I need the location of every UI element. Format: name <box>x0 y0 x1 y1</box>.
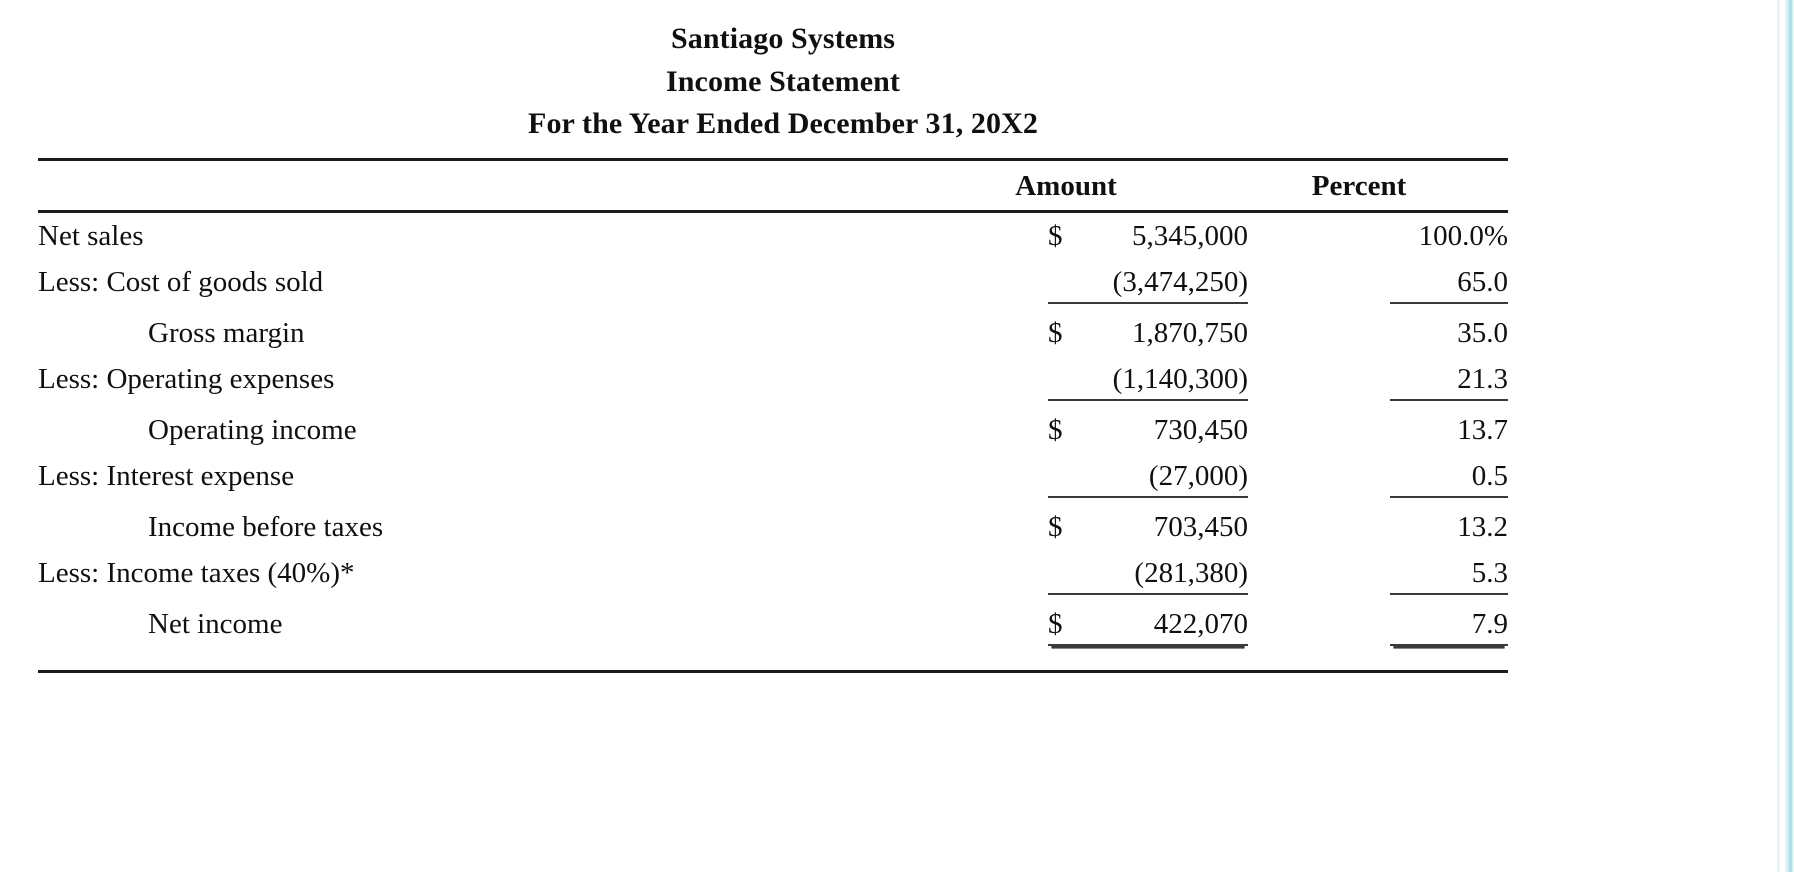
row-amount: $ 5,345,000 <box>918 211 1248 259</box>
row-label: Net sales <box>38 219 144 252</box>
amount-number: 1,870,750 <box>1132 316 1248 349</box>
row-percent: 13.7 <box>1248 407 1508 453</box>
amount-number: 730,450 <box>1153 413 1248 446</box>
row-label: Less: Income taxes (40%)* <box>38 556 355 589</box>
currency-symbol: $ <box>1048 316 1063 349</box>
row-percent: 100.0% <box>1248 211 1508 259</box>
percent-value: 35.0 <box>1457 316 1508 349</box>
row-percent: 13.2 <box>1248 504 1508 550</box>
table-row: Income before taxes $ 703,450 13.2 <box>38 504 1508 550</box>
income-statement-sheet: Santiago Systems Income Statement For th… <box>38 18 1708 674</box>
row-label: Net income <box>148 607 283 640</box>
rule-cell <box>918 670 1248 674</box>
amount-value: (281,380) <box>1048 557 1248 595</box>
table-row: Net income $ 422,070 7.9 <box>38 601 1508 652</box>
amount-value: $ 1,870,750 <box>1048 317 1248 350</box>
row-percent: 5.3 <box>1248 550 1508 601</box>
row-label: Gross margin <box>148 316 305 349</box>
row-label: Operating income <box>148 413 357 446</box>
percent-value: 13.2 <box>1457 510 1508 543</box>
row-label: Less: Operating expenses <box>38 362 335 395</box>
percent-value: 7.9 <box>1390 608 1508 646</box>
amount-value: $ 730,450 <box>1048 414 1248 447</box>
row-percent: 35.0 <box>1248 310 1508 356</box>
rule-cell <box>38 670 918 674</box>
amount-number: 5,345,000 <box>1132 219 1248 252</box>
amount-number: (3,474,250) <box>1112 265 1248 298</box>
currency-symbol: $ <box>1048 219 1063 252</box>
amount-number: 703,450 <box>1153 510 1248 543</box>
table-row: Less: Operating expenses (1,140,300) 21.… <box>38 356 1508 407</box>
column-header-percent: Percent <box>1248 160 1508 213</box>
column-header-label <box>38 160 918 213</box>
row-amount: (27,000) <box>918 453 1248 504</box>
amount-value: $ 422,070 <box>1048 608 1248 646</box>
table-row: Less: Income taxes (40%)* (281,380) 5.3 <box>38 550 1508 601</box>
statement-title: Income Statement <box>665 64 901 98</box>
column-header-amount: Amount <box>918 160 1248 213</box>
row-amount: (3,474,250) <box>918 259 1248 310</box>
percent-value: 100.0% <box>1418 219 1508 252</box>
table-bottom-rule <box>38 670 1508 674</box>
spacer-cell <box>1248 652 1508 672</box>
amount-value: (1,140,300) <box>1048 363 1248 401</box>
row-amount: $ 703,450 <box>918 504 1248 550</box>
row-percent: 0.5 <box>1248 453 1508 504</box>
document-page: Santiago Systems Income Statement For th… <box>0 0 1794 872</box>
amount-number: (27,000) <box>1148 459 1248 492</box>
currency-symbol: $ <box>1048 510 1063 543</box>
row-label: Less: Interest expense <box>38 459 295 492</box>
spacer-cell <box>38 652 918 672</box>
row-amount: (281,380) <box>918 550 1248 601</box>
amount-value: $ 703,450 <box>1048 511 1248 544</box>
amount-number: (1,140,300) <box>1112 362 1248 395</box>
row-amount: $ 1,870,750 <box>918 310 1248 356</box>
row-amount: $ 730,450 <box>918 407 1248 453</box>
row-percent: 21.3 <box>1248 356 1508 407</box>
currency-symbol: $ <box>1048 413 1063 446</box>
row-label: Income before taxes <box>148 510 384 543</box>
income-statement-table: Amount Percent Net sales $ 5,345,000 100… <box>38 158 1508 674</box>
spacer-cell <box>918 652 1248 672</box>
amount-value: (27,000) <box>1048 460 1248 498</box>
table-row: Less: Cost of goods sold (3,474,250) 65.… <box>38 259 1508 310</box>
table-row: Gross margin $ 1,870,750 35.0 <box>38 310 1508 356</box>
table-row: Operating income $ 730,450 13.7 <box>38 407 1508 453</box>
amount-number: (281,380) <box>1134 556 1248 589</box>
row-label: Less: Cost of goods sold <box>38 265 324 298</box>
row-percent: 65.0 <box>1248 259 1508 310</box>
scan-edge-artifact <box>1784 0 1794 872</box>
bottom-spacer <box>38 652 1508 672</box>
row-percent: 7.9 <box>1248 601 1508 652</box>
currency-symbol: $ <box>1048 607 1063 640</box>
percent-value: 0.5 <box>1390 460 1508 498</box>
percent-value: 13.7 <box>1457 413 1508 446</box>
row-amount: $ 422,070 <box>918 601 1248 652</box>
percent-value: 21.3 <box>1390 363 1508 401</box>
table-row: Less: Interest expense (27,000) 0.5 <box>38 453 1508 504</box>
scan-edge-artifact-secondary <box>1777 0 1780 872</box>
amount-value: (3,474,250) <box>1048 266 1248 304</box>
amount-number: 422,070 <box>1153 607 1248 640</box>
percent-value: 65.0 <box>1390 266 1508 304</box>
rule-cell <box>1248 670 1508 674</box>
row-amount: (1,140,300) <box>918 356 1248 407</box>
company-name: Santiago Systems <box>670 22 896 55</box>
table-header-row: Amount Percent <box>38 160 1508 213</box>
percent-value: 5.3 <box>1390 557 1508 595</box>
table-row: Net sales $ 5,345,000 100.0% <box>38 211 1508 259</box>
statement-period: For the Year Ended December 31, 20X2 <box>528 107 1038 141</box>
statement-title-block: Santiago Systems Income Statement For th… <box>38 18 1708 146</box>
amount-value: $ 5,345,000 <box>1048 220 1248 253</box>
